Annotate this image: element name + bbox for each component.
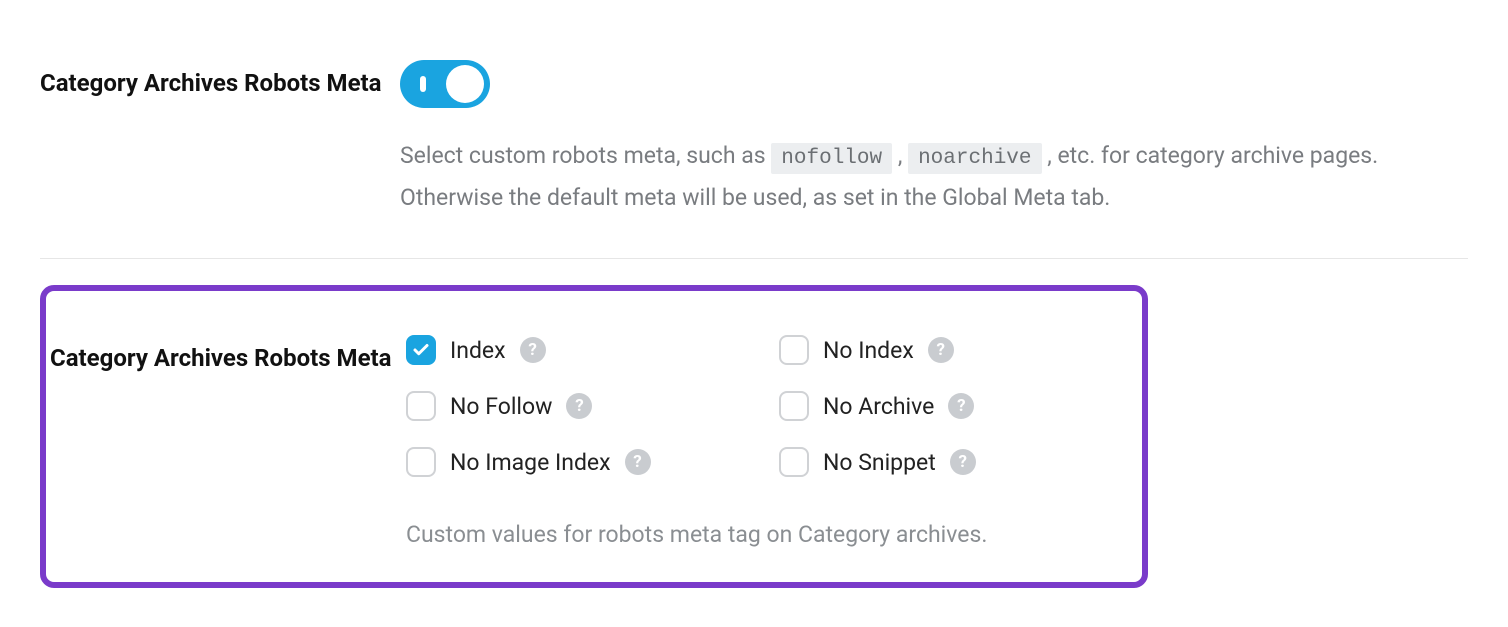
checkbox-grid: Index ? No Index ? No Follow ? No Archiv… <box>406 335 1112 477</box>
checkbox-no-index[interactable] <box>779 335 809 365</box>
option-index: Index ? <box>406 335 739 365</box>
option-index-label: Index <box>450 337 506 364</box>
robots-meta-description: Select custom robots meta, such as nofol… <box>400 136 1430 218</box>
check-icon <box>412 341 430 359</box>
robots-meta-options-panel: Category Archives Robots Meta Index ? No… <box>40 285 1148 588</box>
option-no-snippet-label: No Snippet <box>823 449 936 476</box>
help-icon[interactable]: ? <box>928 337 954 363</box>
robots-meta-title: Category Archives Robots Meta <box>40 66 400 101</box>
code-nofollow: nofollow <box>771 143 892 174</box>
option-no-index-label: No Index <box>823 337 914 364</box>
help-icon[interactable]: ? <box>948 393 974 419</box>
help-icon[interactable]: ? <box>566 393 592 419</box>
option-no-archive: No Archive ? <box>779 391 1112 421</box>
option-no-image-index-label: No Image Index <box>450 449 611 476</box>
robots-meta-options-title: Category Archives Robots Meta <box>50 341 406 376</box>
option-no-image-index: No Image Index ? <box>406 447 739 477</box>
options-description: Custom values for robots meta tag on Cat… <box>406 521 1112 548</box>
field-label: Category Archives Robots Meta <box>40 60 400 101</box>
help-icon[interactable]: ? <box>625 449 651 475</box>
option-no-index: No Index ? <box>779 335 1112 365</box>
option-no-follow-label: No Follow <box>450 393 552 420</box>
checkbox-no-archive[interactable] <box>779 391 809 421</box>
robots-meta-toggle-row: Category Archives Robots Meta Select cus… <box>40 60 1468 259</box>
checkbox-no-snippet[interactable] <box>779 447 809 477</box>
robots-meta-toggle[interactable] <box>400 60 490 108</box>
option-no-follow: No Follow ? <box>406 391 739 421</box>
code-noarchive: noarchive <box>908 143 1041 174</box>
help-icon[interactable]: ? <box>950 449 976 475</box>
option-no-snippet: No Snippet ? <box>779 447 1112 477</box>
checkbox-index[interactable] <box>406 335 436 365</box>
option-no-archive-label: No Archive <box>823 393 934 420</box>
field-label: Category Archives Robots Meta <box>46 335 406 376</box>
checkbox-no-follow[interactable] <box>406 391 436 421</box>
help-icon[interactable]: ? <box>520 337 546 363</box>
checkbox-no-image-index[interactable] <box>406 447 436 477</box>
